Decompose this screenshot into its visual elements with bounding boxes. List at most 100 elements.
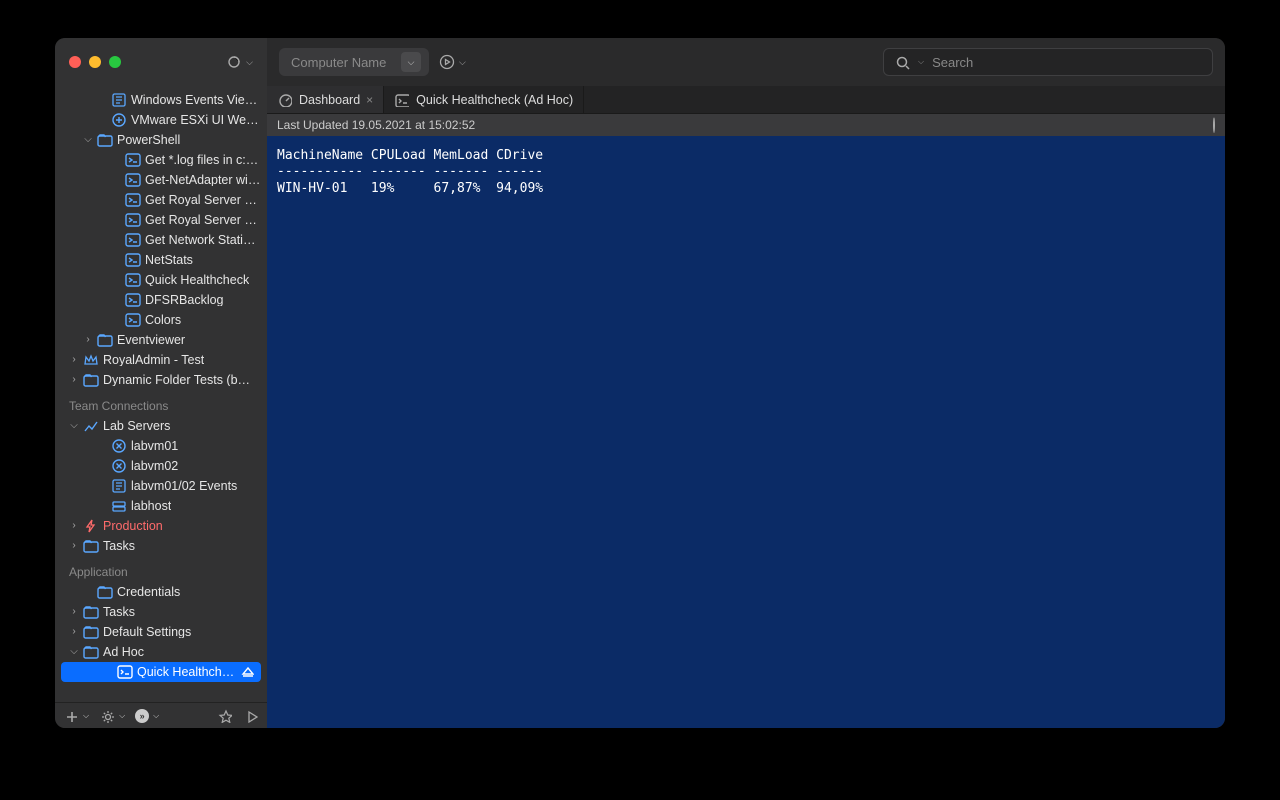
tree-item[interactable]: ⌵ Ad Hoc — [55, 642, 267, 662]
close-window-button[interactable] — [69, 56, 81, 68]
tree-item[interactable]: Get *.log files in c:\… — [55, 150, 267, 170]
terminal-icon — [117, 664, 133, 680]
gauge-icon — [277, 92, 293, 108]
folder-icon — [83, 538, 99, 554]
toolbar: Computer Name ⌵ ⌵ ⌵ Search — [267, 38, 1225, 86]
tree-item-label: Get Network Statistic — [145, 234, 261, 247]
tree-item-label: Get-NetAdapter wit… — [145, 174, 261, 187]
tree-item[interactable]: ›Tasks — [55, 536, 267, 556]
run-dropdown[interactable]: ⌵ — [439, 54, 466, 70]
add-dropdown-icon[interactable]: ⌵ — [83, 711, 89, 721]
tab-dashboard[interactable]: Dashboard × — [267, 86, 384, 113]
last-updated-text: Last Updated 19.05.2021 at 15:02:52 — [277, 118, 475, 132]
graph-icon — [83, 418, 99, 434]
disclosure-chevron-icon[interactable]: › — [69, 355, 79, 365]
disclosure-chevron-icon[interactable]: › — [69, 375, 79, 385]
tree-item[interactable]: VMware ESXi UI WebP… — [55, 110, 267, 130]
disclosure-chevron-icon[interactable]: › — [69, 521, 79, 531]
tree-item[interactable]: ⌵ Lab Servers — [55, 416, 267, 436]
tree-item-label: labvm02 — [131, 460, 178, 473]
computer-name-combo[interactable]: Computer Name ⌵ — [279, 48, 429, 76]
crown-icon — [83, 352, 99, 368]
disclosure-chevron-icon[interactable]: ⌵ — [83, 135, 93, 145]
ps-icon — [125, 252, 141, 268]
tree-item[interactable]: labvm02 — [55, 456, 267, 476]
tree-item-label: Quick Healthcheck… — [137, 666, 235, 679]
ps-icon — [125, 192, 141, 208]
tree-item-label: Lab Servers — [103, 420, 170, 433]
tree-item-label: Dynamic Folder Tests (b… — [103, 374, 250, 387]
section-header-team: Team Connections — [55, 390, 267, 416]
tree-item[interactable]: NetStats — [55, 250, 267, 270]
tree-item[interactable]: DFSRBacklog — [55, 290, 267, 310]
disclosure-chevron-icon[interactable]: › — [69, 627, 79, 637]
tree-item[interactable]: Get-NetAdapter wit… — [55, 170, 267, 190]
tree-item[interactable]: ›Production — [55, 516, 267, 536]
close-tab-button[interactable]: × — [366, 93, 373, 107]
ps-icon — [125, 232, 141, 248]
tree-item-label: Ad Hoc — [103, 646, 144, 659]
minimize-window-button[interactable] — [89, 56, 101, 68]
navigation-tree: Windows Events View… VMware ESXi UI WebP…… — [55, 86, 267, 702]
tree-item[interactable]: labvm01/02 Events — [55, 476, 267, 496]
folder-icon — [83, 372, 99, 388]
settings-dropdown-icon[interactable]: ⌵ — [119, 711, 125, 721]
tree-item[interactable]: Quick Healthcheck — [55, 270, 267, 290]
combo-placeholder: Computer Name — [291, 55, 386, 70]
favorite-button[interactable] — [217, 708, 233, 724]
tree-item[interactable]: › Default Settings — [55, 622, 267, 642]
disclosure-chevron-icon[interactable]: › — [69, 541, 79, 551]
tree-item-label: Get Royal Server U… — [145, 194, 261, 207]
tree-item[interactable]: ›Tasks — [55, 602, 267, 622]
disclosure-chevron-icon[interactable]: ⌵ — [69, 421, 79, 431]
view-toggle-button[interactable]: » — [135, 709, 149, 723]
tree-item-label: labvm01 — [131, 440, 178, 453]
circle-x-icon — [111, 438, 127, 454]
tree-item[interactable]: Colors — [55, 310, 267, 330]
search-placeholder: Search — [932, 55, 973, 70]
view-dropdown-icon[interactable]: ⌵ — [153, 711, 159, 721]
tree-item[interactable]: Windows Events View… — [55, 90, 267, 110]
terminal-output: MachineName CPULoad MemLoad CDrive -----… — [267, 136, 1225, 728]
refresh-button[interactable] — [1213, 118, 1215, 132]
tree-item[interactable]: Get Royal Server U… — [55, 210, 267, 230]
play-circle-icon — [439, 54, 455, 70]
ps-icon — [125, 212, 141, 228]
tree-item[interactable]: Quick Healthcheck… — [61, 662, 261, 682]
tree-item[interactable]: labvm01 — [55, 436, 267, 456]
run-button[interactable] — [243, 708, 259, 724]
tree-item-label: Windows Events View… — [131, 94, 261, 107]
tree-item[interactable]: ›Eventviewer — [55, 330, 267, 350]
dropdown-chevron-icon[interactable]: ⌵ — [246, 57, 253, 68]
tree-item[interactable]: ›RoyalAdmin - Test — [55, 350, 267, 370]
combo-chevron-icon[interactable]: ⌵ — [401, 52, 421, 72]
search-chevron-icon: ⌵ — [918, 57, 924, 67]
tree-item-label: Get *.log files in c:\… — [145, 154, 261, 167]
settings-button[interactable] — [99, 708, 115, 724]
disclosure-chevron-icon[interactable]: ⌵ — [69, 647, 79, 657]
tree-item-label: Default Settings — [103, 626, 191, 639]
refresh-icon — [1213, 117, 1215, 133]
disclosure-chevron-icon[interactable]: › — [83, 335, 93, 345]
tree-item[interactable]: Get Royal Server U… — [55, 190, 267, 210]
zoom-window-button[interactable] — [109, 56, 121, 68]
sidebar-footer: ⌵ ⌵ » ⌵ — [55, 702, 267, 728]
app-window: ⌵ Windows Events View… VMware ESXi UI Web… — [55, 38, 1225, 728]
tree-item-label: PowerShell — [117, 134, 180, 147]
tree-item-label: labvm01/02 Events — [131, 480, 237, 493]
main-area: Computer Name ⌵ ⌵ ⌵ Search Dashboard × Q… — [267, 38, 1225, 728]
disclosure-chevron-icon[interactable]: › — [69, 607, 79, 617]
tree-item[interactable]: › Dynamic Folder Tests (b… — [55, 370, 267, 390]
tree-item[interactable]: Get Network Statistic — [55, 230, 267, 250]
add-button[interactable] — [63, 708, 79, 724]
search-input[interactable]: ⌵ Search — [883, 48, 1213, 76]
ring-icon[interactable] — [226, 54, 242, 70]
tab-label: Quick Healthcheck (Ad Hoc) — [416, 93, 573, 107]
tree-item[interactable]: Credentials — [55, 582, 267, 602]
tab-quick-healthcheck[interactable]: Quick Healthcheck (Ad Hoc) — [384, 86, 584, 113]
tree-item[interactable]: ⌵ PowerShell — [55, 130, 267, 150]
tree-item[interactable]: labhost — [55, 496, 267, 516]
tab-bar: Dashboard × Quick Healthcheck (Ad Hoc) — [267, 86, 1225, 114]
tree-item-label: DFSRBacklog — [145, 294, 224, 307]
eject-button[interactable] — [239, 664, 255, 680]
